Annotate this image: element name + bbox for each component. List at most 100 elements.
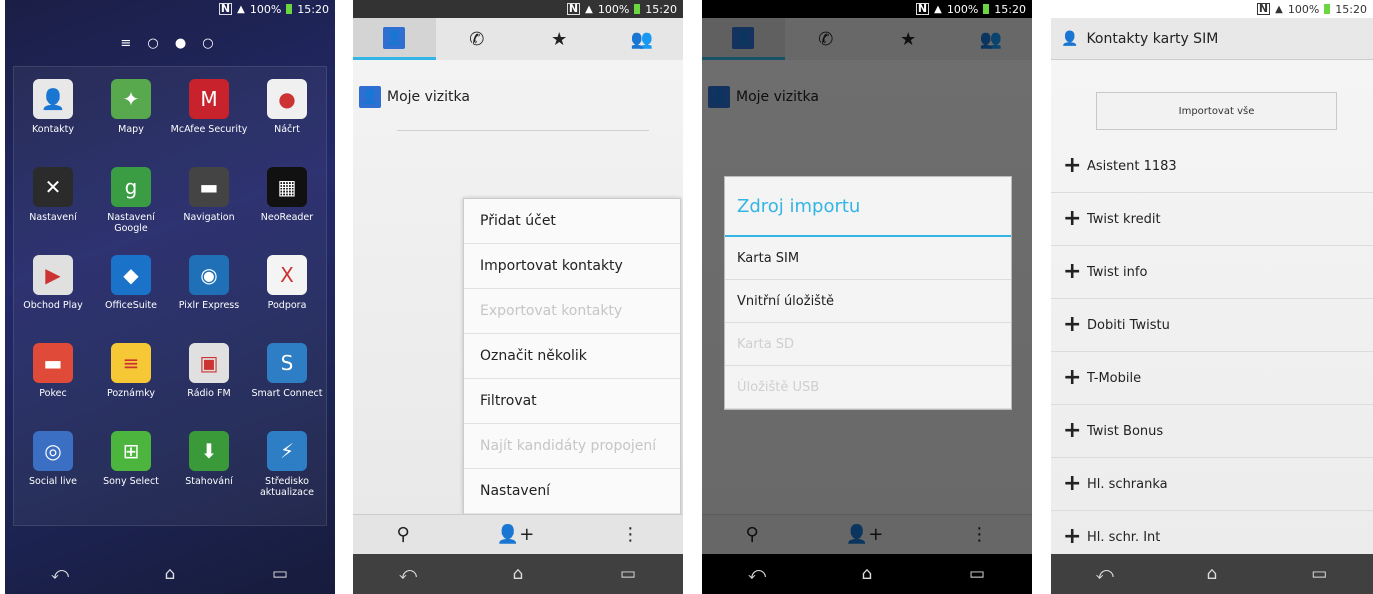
app-maps[interactable]: ✦ Mapy [92, 79, 170, 167]
add-icon[interactable]: + [1063, 473, 1081, 495]
menu-item[interactable]: Filtrovat [464, 379, 680, 424]
import-source-dialog: Zdroj importu Karta SIM Vnitřní úložiště K… [724, 176, 1012, 410]
app-label: Podpora [267, 300, 307, 311]
list-item[interactable]: + Dobiti Twistu [1051, 299, 1373, 352]
app-download[interactable]: ⬇ Stahování [170, 431, 248, 519]
add-icon[interactable]: + [1063, 208, 1081, 230]
menu-item[interactable]: Nastavení [464, 469, 680, 514]
more-options-icon[interactable]: ⋮ [621, 524, 639, 545]
menu-item[interactable]: Přidat účet [464, 199, 680, 244]
recent-apps-icon[interactable]: ▭ [608, 564, 648, 584]
list-item[interactable]: + Asistent 1183 [1051, 140, 1373, 193]
add-icon[interactable]: + [1063, 314, 1081, 336]
menu-item[interactable]: Importovat kontakty [464, 244, 680, 289]
add-icon[interactable]: + [1063, 155, 1081, 177]
add-icon[interactable]: + [1063, 261, 1081, 283]
list-item[interactable]: + Twist kredit [1051, 193, 1373, 246]
contact-name: Dobiti Twistu [1087, 317, 1170, 333]
menu-item: Exportovat kontakty [464, 289, 680, 334]
signal-icon: ▲ [237, 3, 245, 15]
sim-contacts-icon: 👤 [1061, 30, 1079, 47]
recent-apps-icon[interactable]: ▭ [957, 564, 997, 584]
signal-icon: ▲ [1275, 3, 1283, 15]
import-source-item[interactable]: Vnitřní úložiště [725, 280, 1011, 323]
app-neoreader[interactable]: ▦ NeoReader [248, 167, 326, 255]
back-icon[interactable]: ⤺ [388, 564, 428, 584]
clock: 15:20 [994, 2, 1026, 16]
battery-icon [1324, 4, 1331, 14]
contacts-menu-panel: N ▲ 100% 15:20 👤 ✆ ★ 👥 👤 Moje vizitka Př… [353, 0, 683, 594]
play-store-icon: ▶ [33, 255, 73, 295]
nav-bar: ⤺ ⌂ ▭ [702, 554, 1032, 594]
battery-percent: 100% [946, 2, 979, 16]
app-radio[interactable]: ▣ Rádio FM [170, 343, 248, 431]
app-pokec[interactable]: ▬ Pokec [14, 343, 92, 431]
app-sony-select[interactable]: ⊞ Sony Select [92, 431, 170, 519]
home-icon[interactable]: ⌂ [150, 564, 190, 584]
tab-favorites[interactable]: ★ [518, 18, 601, 60]
import-source-item: Úložiště USB [725, 366, 1011, 409]
list-item[interactable]: + Twist info [1051, 246, 1373, 299]
home-icon[interactable]: ⌂ [1192, 564, 1232, 584]
page-indicator[interactable]: ≡ ○ ● ○ [5, 36, 335, 51]
contact-name: Asistent 1183 [1087, 158, 1177, 174]
pokec-icon: ▬ [33, 343, 73, 383]
menu-item: Najít kandidáty propojení [464, 424, 680, 469]
battery-icon [286, 4, 293, 14]
app-officesuite[interactable]: ◆ OfficeSuite [92, 255, 170, 343]
nfc-icon: N [566, 2, 581, 15]
app-navigation[interactable]: ▬ Navigation [170, 167, 248, 255]
app-sketch[interactable]: ● Náčrt [248, 79, 326, 167]
import-source-panel: N ▲ 100% 15:20 👤 ✆ ★ 👥 👤 Moje vizitka ⚲ … [702, 0, 1032, 594]
tab-contacts[interactable]: 👤 [353, 18, 436, 60]
import-source-item[interactable]: Karta SIM [725, 237, 1011, 280]
app-mcafee[interactable]: M McAfee Security [170, 79, 248, 167]
import-all-button[interactable]: Importovat vše [1096, 92, 1337, 130]
app-label: Social live [29, 476, 77, 487]
app-update-center[interactable]: ⚡ Středisko aktualizace [248, 431, 326, 519]
app-label: Smart Connect [251, 388, 323, 399]
contact-name: Hl. schr. Int [1087, 529, 1161, 545]
add-icon[interactable]: + [1063, 420, 1081, 442]
app-contacts[interactable]: 👤 Kontakty [14, 79, 92, 167]
recent-apps-icon[interactable]: ▭ [1299, 564, 1339, 584]
list-item[interactable]: + Hl. schranka [1051, 458, 1373, 511]
app-label: NeoReader [260, 212, 314, 223]
app-social-live[interactable]: ◎ Social live [14, 431, 92, 519]
app-support[interactable]: X Podpora [248, 255, 326, 343]
search-icon[interactable]: ⚲ [397, 524, 410, 545]
status-bar: N ▲ 100% 15:20 [1051, 0, 1373, 18]
add-contact-icon[interactable]: 👤+ [497, 524, 535, 545]
add-icon[interactable]: + [1063, 526, 1081, 548]
list-item[interactable]: + T-Mobile [1051, 352, 1373, 405]
mcafee-icon: M [189, 79, 229, 119]
app-label: Mapy [118, 124, 144, 135]
signal-icon: ▲ [585, 3, 593, 15]
tab-phone[interactable]: ✆ [436, 18, 519, 60]
app-pixlr[interactable]: ◉ Pixlr Express [170, 255, 248, 343]
app-notes[interactable]: ≡ Poznámky [92, 343, 170, 431]
app-smart-connect[interactable]: S Smart Connect [248, 343, 326, 431]
notes-icon: ≡ [111, 343, 151, 383]
app-google-settings[interactable]: g Nastavení Google [92, 167, 170, 255]
tab-groups[interactable]: 👥 [601, 18, 684, 60]
home-icon[interactable]: ⌂ [847, 564, 887, 584]
my-card[interactable]: 👤 Moje vizitka [359, 86, 470, 108]
recent-apps-icon[interactable]: ▭ [260, 564, 300, 584]
my-card-label: Moje vizitka [387, 89, 470, 105]
battery-icon [634, 4, 641, 14]
list-item[interactable]: + Twist Bonus [1051, 405, 1373, 458]
back-icon[interactable]: ⤺ [40, 564, 80, 584]
back-icon[interactable]: ⤺ [737, 564, 777, 584]
app-play-store[interactable]: ▶ Obchod Play [14, 255, 92, 343]
google-settings-icon: g [111, 167, 151, 207]
clock: 15:20 [1335, 2, 1367, 16]
home-icon[interactable]: ⌂ [498, 564, 538, 584]
app-settings[interactable]: ✕ Nastavení [14, 167, 92, 255]
phone-tab-icon: ✆ [469, 28, 485, 50]
app-label: Náčrt [274, 124, 300, 135]
add-icon[interactable]: + [1063, 367, 1081, 389]
app-label: McAfee Security [170, 124, 248, 135]
menu-item[interactable]: Označit několik [464, 334, 680, 379]
back-icon[interactable]: ⤺ [1085, 564, 1125, 584]
